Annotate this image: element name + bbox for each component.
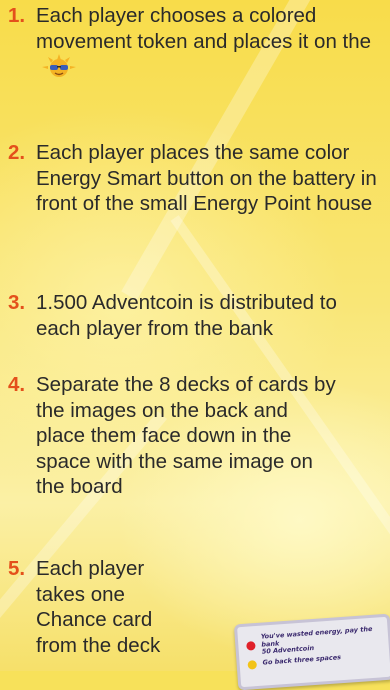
- step-text: Each player places the same color Energy…: [36, 141, 377, 215]
- step-number: 4.: [8, 373, 26, 396]
- step-number: 3.: [8, 291, 26, 314]
- chance-card: You've wasted energy, pay the bank 50 Ad…: [233, 613, 390, 690]
- step-number: 2.: [8, 141, 26, 164]
- red-dot-icon: [246, 640, 256, 651]
- step-2: 2. Each player places the same color Ene…: [8, 140, 386, 217]
- step-text: Each player chooses a colored movement t…: [8, 3, 380, 81]
- step-text: 1.500 Adventcoin is distributed to each …: [36, 291, 337, 340]
- step-number: 1.: [8, 4, 26, 27]
- card-line-2: Go back three spaces: [262, 653, 342, 667]
- sun-with-sunglasses-icon: [42, 54, 76, 77]
- step-1: 1. Each player chooses a colored movemen…: [8, 3, 380, 81]
- step-text: Separate the 8 decks of cards by the ima…: [36, 373, 336, 498]
- step-3: 3. 1.500 Adventcoin is distributed to ea…: [8, 290, 386, 341]
- step-text: Each player takes one Chance card from t…: [36, 557, 161, 657]
- step-4: 4. Separate the 8 decks of cards by the …: [8, 372, 386, 500]
- yellow-dot-icon: [247, 659, 258, 670]
- step-number: 5.: [8, 557, 26, 580]
